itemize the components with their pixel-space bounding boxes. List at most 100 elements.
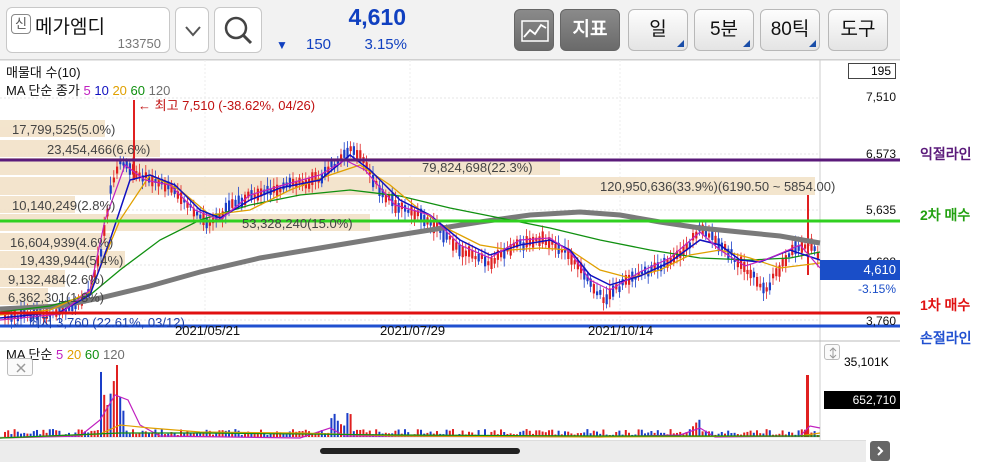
volume-bar: [16, 431, 19, 437]
candle-body: [407, 209, 410, 213]
volume-bar: [282, 434, 285, 437]
interval-button[interactable]: 5분: [694, 9, 754, 51]
date-label: 2021/07/29: [380, 323, 446, 338]
change-value: 150: [306, 36, 332, 53]
scroll-right-button[interactable]: [870, 441, 890, 461]
candle-body: [199, 214, 202, 219]
volume-bar: [128, 433, 131, 437]
candle-body: [464, 250, 467, 257]
candle-body: [768, 282, 771, 291]
axis-price-label: 6,573: [865, 147, 896, 161]
volume-bar: [20, 433, 22, 437]
candle-body: [525, 236, 528, 248]
candle-body: [282, 182, 285, 190]
current-price-tag: 4,610: [820, 260, 900, 280]
volume-profile-value: 6,362,301(1.8%): [8, 290, 105, 305]
candle-body: [359, 150, 362, 159]
volume-bar: [7, 430, 10, 437]
candle-body: [573, 260, 576, 265]
axis-price-label: 3,760: [865, 314, 896, 328]
stock-selector[interactable]: 신 메가엠디 133750: [6, 7, 170, 53]
candle-body: [397, 202, 400, 213]
date-label: 2021/05/21: [175, 323, 241, 338]
candle-body: [109, 185, 112, 194]
candle-body: [759, 283, 762, 288]
search-button[interactable]: [214, 7, 262, 53]
price-chart[interactable]: [0, 60, 900, 462]
candle-body: [196, 211, 199, 216]
candle-body: [279, 188, 282, 193]
volume-bar: [346, 413, 349, 437]
candle-body: [256, 188, 259, 201]
candle-body: [349, 146, 352, 152]
volume-bar: [125, 430, 128, 437]
candle-body: [493, 258, 496, 264]
candle-body: [234, 199, 237, 207]
volume-profile-value: 9,132,484(2.6%): [8, 272, 105, 287]
axis-price-label: 7,510: [865, 90, 896, 104]
candle-body: [746, 269, 749, 275]
volume-bar: [144, 431, 147, 437]
candle-body: [410, 205, 413, 216]
candle-body: [448, 236, 451, 240]
resize-pane-handle[interactable]: [824, 344, 840, 360]
candle-body: [762, 282, 765, 294]
ma-period-20: 20: [112, 83, 127, 98]
take-profit-label: 익절라인: [920, 146, 972, 162]
volume-profile-label: 매물대 수(10): [6, 65, 81, 80]
corner-menu-icon: [677, 40, 684, 47]
right-annotation-pane: [900, 0, 1000, 462]
stop-loss-label: 손절라인: [920, 330, 972, 346]
candle-body: [618, 286, 621, 293]
close-pane-button[interactable]: [7, 358, 33, 376]
candle-body: [749, 269, 752, 279]
candle-body: [788, 253, 791, 258]
scrollbar-thumb[interactable]: [320, 448, 520, 454]
stock-dropdown-button[interactable]: [175, 7, 209, 53]
indicator-button[interactable]: 지표: [560, 9, 620, 51]
candle-body: [490, 257, 493, 270]
volume-bar: [692, 426, 694, 437]
tick-button[interactable]: 80틱: [760, 9, 820, 51]
first-buy-label: 1차 매수: [920, 297, 971, 313]
top-toolbar: 신 메가엠디 133750 4,610 ▼ 150 3.15% 지표 일 5분 …: [0, 0, 900, 60]
close-icon: [16, 363, 26, 373]
interval-label: 5분: [709, 19, 739, 40]
volume-profile-value: 79,824,698(22.3%): [422, 160, 533, 175]
candle-body: [784, 255, 787, 267]
candle-body: [429, 222, 432, 226]
candle-body: [442, 229, 445, 243]
candle-body: [343, 149, 346, 158]
ma-period-5: 5: [83, 83, 91, 98]
candle-body: [484, 256, 487, 267]
volume-axis-top: 35,101K: [844, 355, 889, 369]
volume-profile-value: 16,604,939(4.6%): [10, 235, 114, 250]
tools-button[interactable]: 도구: [828, 9, 888, 51]
candle-body: [231, 199, 234, 208]
candle-body: [804, 244, 807, 249]
axis-top-value: 195: [848, 63, 896, 79]
candle-body: [413, 210, 416, 220]
stock-code: 133750: [117, 36, 161, 51]
candle-body: [752, 271, 755, 278]
candle-body: [180, 192, 183, 205]
current-pct: -3.15%: [857, 282, 896, 296]
chart-type-button[interactable]: [514, 9, 554, 51]
candle-body: [602, 297, 605, 304]
volume-profile-value: 17,799,525(5.0%): [12, 122, 116, 137]
chevron-down-icon: [185, 26, 201, 37]
candle-body: [596, 291, 599, 296]
period-day-button[interactable]: 일: [628, 9, 688, 51]
volume-bar: [285, 434, 288, 437]
candle-body: [455, 242, 458, 250]
candle-body: [468, 246, 471, 257]
volume-profile-value: 120,950,636(33.9%)(6190.50 ~ 5854.00): [600, 179, 836, 194]
line-chart-icon: [521, 20, 549, 42]
volume-bar: [10, 434, 13, 437]
vol-ma-period: 120: [103, 347, 125, 362]
candle-body: [112, 177, 115, 183]
candle-body: [711, 230, 714, 241]
price-axis: 195 7,510 6,573 5,635 4,698 4,610 -3.15%…: [820, 60, 900, 340]
volume-bar: [349, 414, 352, 437]
horizontal-scrollbar[interactable]: [0, 440, 866, 462]
